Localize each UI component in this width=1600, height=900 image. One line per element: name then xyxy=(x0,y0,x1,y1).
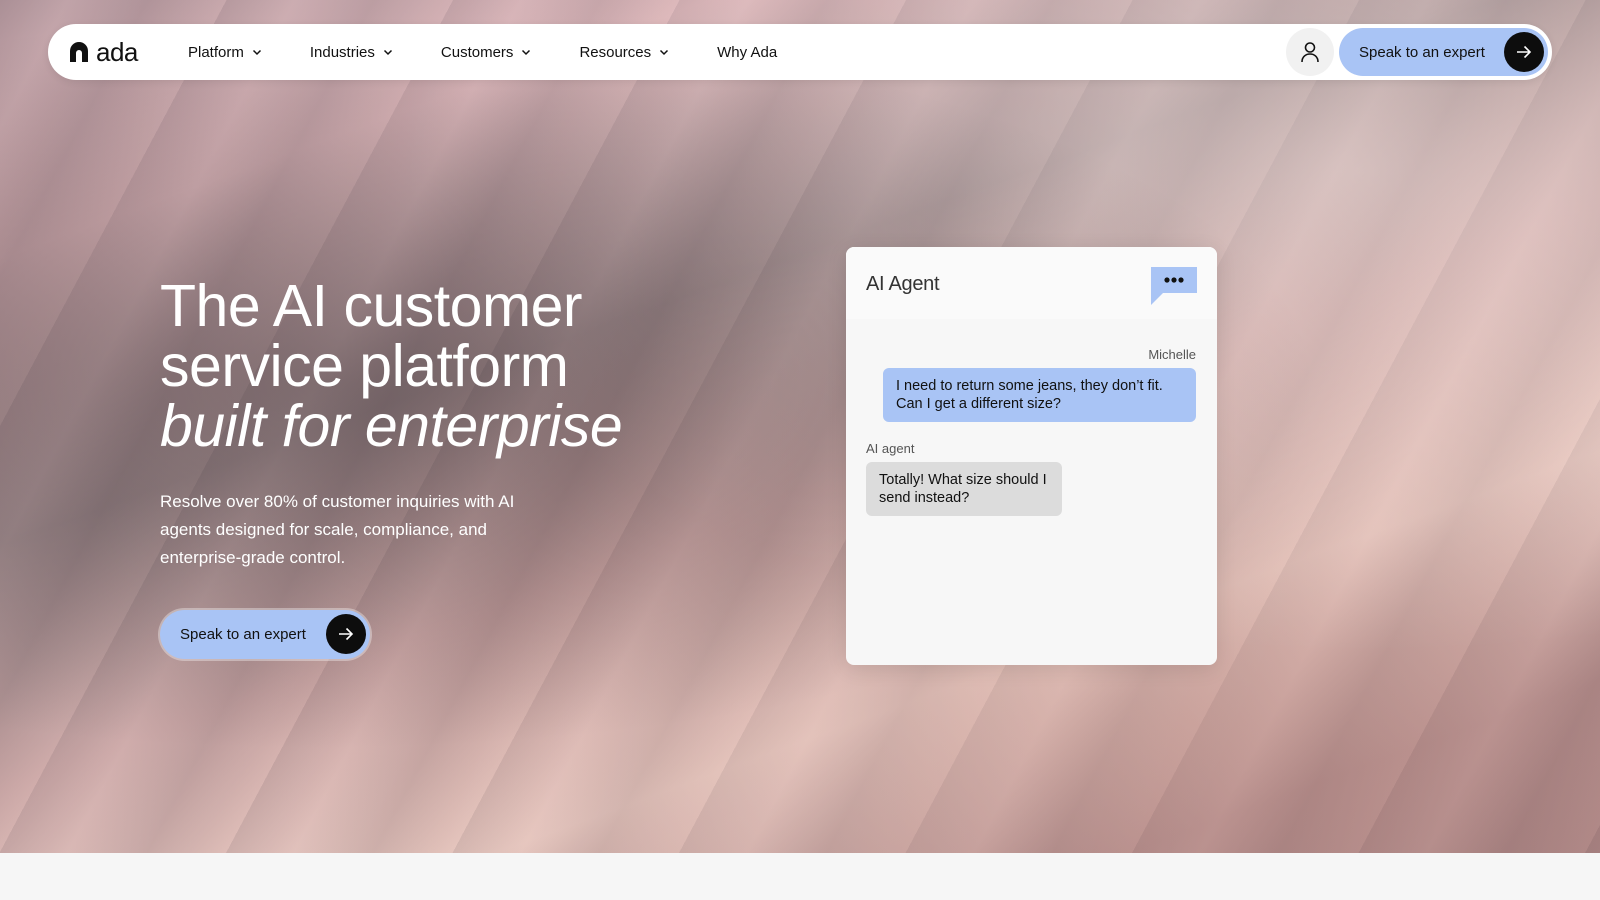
nav-item-resources[interactable]: Resources xyxy=(579,24,669,80)
arrow-right-icon xyxy=(326,614,366,654)
nav-item-platform[interactable]: Platform xyxy=(188,24,262,80)
message-sender: AI agent xyxy=(866,441,915,456)
nav-cta-label: Speak to an expert xyxy=(1359,43,1485,61)
nav-item-label: Why Ada xyxy=(717,43,778,61)
ada-logo-icon xyxy=(70,42,88,62)
nav-links: Platform Industries Customers Resources … xyxy=(188,24,777,80)
nav-item-why-ada[interactable]: Why Ada xyxy=(717,24,777,80)
brand-name: ada xyxy=(96,36,138,67)
ada-logo[interactable]: ada xyxy=(68,36,138,68)
chevron-down-icon xyxy=(660,49,669,56)
top-nav-bar: ada Platform Industries Customers Resour… xyxy=(48,24,1552,80)
chat-bubble-icon xyxy=(1151,267,1197,305)
headline-line-2: service platform xyxy=(160,333,569,399)
hero-subhead: Resolve over 80% of customer inquiries w… xyxy=(160,492,515,567)
chat-title: AI Agent xyxy=(866,273,940,295)
chevron-down-icon xyxy=(252,49,261,56)
chat-demo-card: AI Agent Michelle I need to return some … xyxy=(846,247,1217,665)
chevron-down-icon xyxy=(383,49,392,56)
user-message-bubble: I need to return some jeans, they don’t … xyxy=(883,368,1196,422)
chevron-down-icon xyxy=(522,49,531,56)
nav-item-label: Resources xyxy=(579,43,652,61)
headline-line-3: built for enterprise xyxy=(160,393,623,459)
page-bottom-section xyxy=(0,853,1600,900)
nav-speak-to-expert-button[interactable]: Speak to an expert xyxy=(1339,28,1548,76)
hero-headline: The AI customer service platform built f… xyxy=(160,276,780,456)
nav-item-label: Platform xyxy=(188,43,244,61)
chat-header: AI Agent xyxy=(846,247,1217,319)
message-sender: Michelle xyxy=(1148,347,1196,362)
headline-line-1: The AI customer xyxy=(160,273,583,339)
arrow-right-icon xyxy=(1504,32,1544,72)
user-icon xyxy=(1301,42,1319,63)
nav-item-industries[interactable]: Industries xyxy=(310,24,393,80)
agent-message-bubble: Totally! What size should I send instead… xyxy=(866,462,1062,516)
nav-item-label: Customers xyxy=(440,43,514,61)
hero-speak-to-expert-button[interactable]: Speak to an expert xyxy=(160,610,370,659)
account-button[interactable] xyxy=(1286,28,1334,76)
nav-item-customers[interactable]: Customers xyxy=(441,24,532,80)
hero-cta-label: Speak to an expert xyxy=(180,626,306,643)
nav-item-label: Industries xyxy=(309,43,375,61)
